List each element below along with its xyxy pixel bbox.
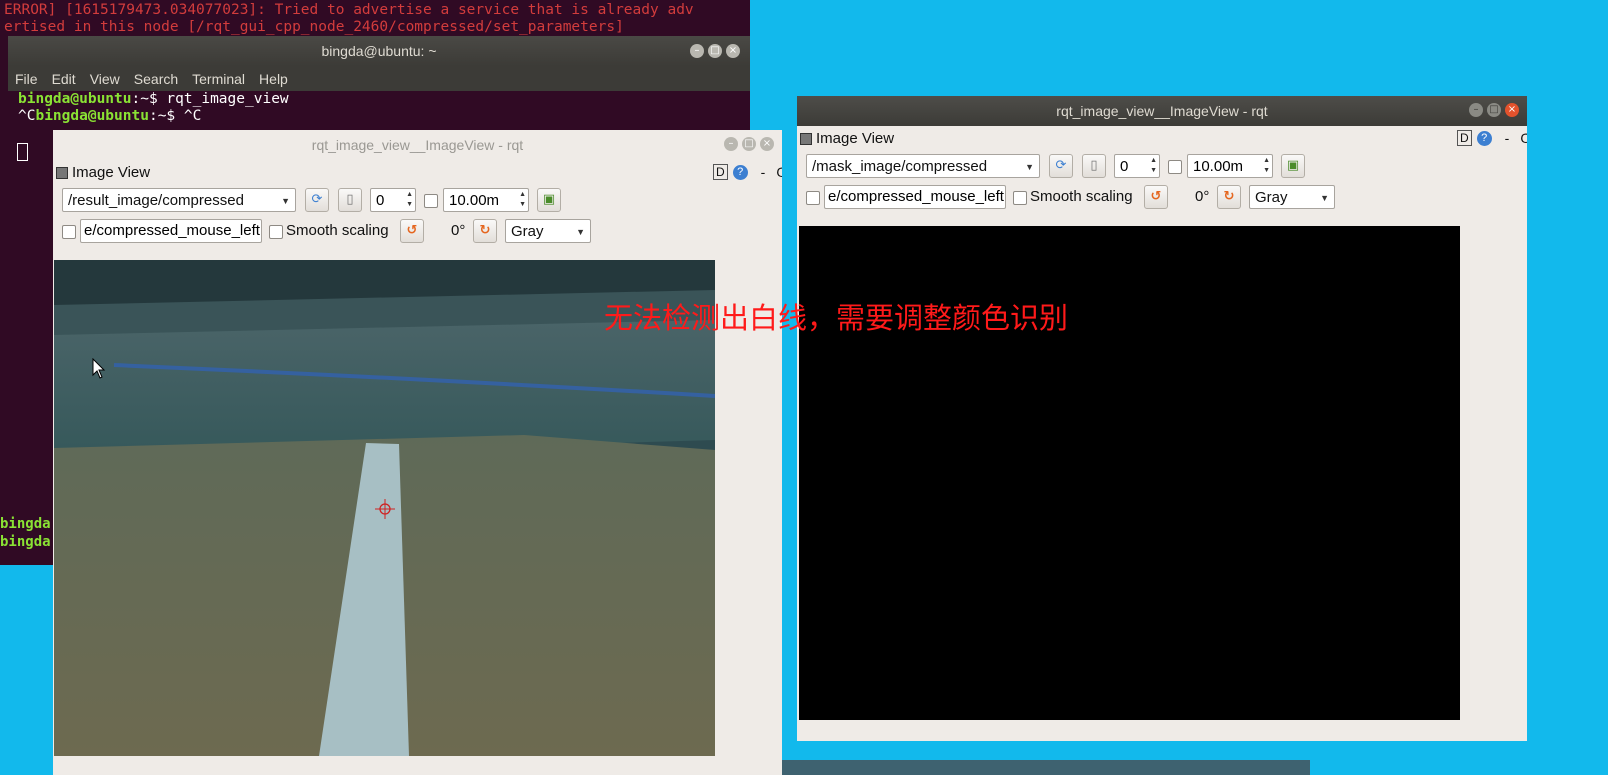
- maximize-icon[interactable]: □: [1487, 103, 1501, 117]
- menu-search[interactable]: Search: [127, 71, 185, 87]
- colormap-select[interactable]: Gray ▼: [1249, 185, 1335, 209]
- rqt-titlebar[interactable]: rqt_image_view__ImageView - rqt – □ ×: [53, 130, 782, 160]
- chevron-down-icon: ▼: [1320, 193, 1329, 203]
- terminal-window-controls: – □ ×: [690, 44, 740, 58]
- minimize-icon[interactable]: –: [724, 137, 738, 151]
- window-title: rqt_image_view__ImageView - rqt: [311, 137, 524, 153]
- colormap-select[interactable]: Gray ▼: [505, 219, 591, 243]
- terminal-titlebar[interactable]: bingda@ubuntu: ~ – □ ×: [8, 36, 750, 66]
- minimize-icon[interactable]: –: [1469, 103, 1483, 117]
- rotate-left-icon[interactable]: ↺: [1144, 185, 1168, 209]
- terminal-error-line: ERROR] [1615179473.034077023]: Tried to …: [4, 2, 694, 18]
- rqt-window-mask[interactable]: rqt_image_view__ImageView - rqt – □ × Im…: [797, 96, 1527, 741]
- queue-size-spinner[interactable]: 0 ▲ ▼: [1114, 154, 1160, 178]
- terminal-line: ^Cbingda@ubuntu:~$ ^C: [18, 108, 202, 124]
- minimize-icon[interactable]: –: [690, 44, 704, 58]
- close-icon[interactable]: ×: [1505, 103, 1519, 117]
- mouse-topic-input[interactable]: e/compressed_mouse_left: [80, 219, 262, 243]
- terminal-line: bingda@ubuntu:~$ rqt_image_view: [18, 91, 289, 107]
- rotate-right-icon[interactable]: ↻: [473, 219, 497, 243]
- dock-icon[interactable]: D: [713, 164, 728, 180]
- panel-corner-controls: D ? - O: [713, 164, 782, 180]
- smooth-scaling-label: Smooth scaling: [286, 222, 389, 239]
- chevron-down-icon: ▼: [1025, 162, 1034, 172]
- minimize-panel-icon[interactable]: -: [761, 164, 766, 180]
- smooth-scaling-checkbox[interactable]: [269, 225, 283, 239]
- timeout-checkbox[interactable]: [1168, 160, 1182, 174]
- help-icon[interactable]: ?: [1476, 130, 1492, 146]
- terminal-prompt: bingda: [0, 534, 51, 550]
- menu-view[interactable]: View: [83, 71, 127, 87]
- panel-title: Image View: [56, 164, 150, 181]
- panel-icon: [56, 166, 68, 179]
- mouse-publish-checkbox[interactable]: [806, 191, 820, 205]
- terminal-menubar: File Edit View Search Terminal Help: [8, 66, 750, 91]
- annotation-caption: 无法检测出白线，需要调整颜色识别: [604, 301, 1069, 335]
- terminal-error-line: ertised in this node [/rqt_gui_cpp_node_…: [4, 19, 624, 35]
- close-icon[interactable]: ×: [726, 44, 740, 58]
- topic-select[interactable]: /result_image/compressed ▼: [62, 188, 296, 212]
- pause-icon[interactable]: ▯: [338, 188, 362, 212]
- terminal-title: bingda@ubuntu: ~: [321, 43, 437, 59]
- mouse-cursor-icon: [92, 358, 106, 379]
- menu-file[interactable]: File: [8, 71, 45, 87]
- menu-edit[interactable]: Edit: [45, 71, 83, 87]
- mouse-publish-checkbox[interactable]: [62, 225, 76, 239]
- terminal-prompt: bingda: [0, 516, 51, 532]
- refresh-icon[interactable]: ⟳: [1049, 154, 1073, 178]
- window-controls: – □ ×: [724, 137, 774, 151]
- timeout-spinner[interactable]: 10.00m ▲ ▼: [443, 188, 529, 212]
- menu-help[interactable]: Help: [252, 71, 295, 87]
- dock-icon[interactable]: D: [1457, 130, 1472, 146]
- refresh-icon[interactable]: ⟳: [305, 188, 329, 212]
- rotate-left-icon[interactable]: ↺: [400, 219, 424, 243]
- panel-corner-controls: D ? - O: [1457, 130, 1527, 146]
- timeout-spinner[interactable]: 10.00m ▲ ▼: [1187, 154, 1273, 178]
- maximize-icon[interactable]: □: [708, 44, 722, 58]
- close-panel-icon[interactable]: O: [1520, 130, 1527, 146]
- panel-icon: [800, 132, 812, 145]
- close-icon[interactable]: ×: [760, 137, 774, 151]
- rotation-label: 0°: [1195, 188, 1210, 205]
- smooth-scaling-label: Smooth scaling: [1030, 188, 1133, 205]
- close-panel-icon[interactable]: O: [776, 164, 782, 180]
- terminal-cursor: [17, 143, 28, 161]
- pause-icon[interactable]: ▯: [1082, 154, 1106, 178]
- chevron-down-icon: ▼: [281, 196, 290, 206]
- queue-size-spinner[interactable]: 0 ▲ ▼: [370, 188, 416, 212]
- help-icon[interactable]: ?: [732, 164, 748, 180]
- rotate-right-icon[interactable]: ↻: [1217, 185, 1241, 209]
- save-image-icon[interactable]: ▣: [537, 188, 561, 212]
- save-image-icon[interactable]: ▣: [1281, 154, 1305, 178]
- chevron-down-icon: ▼: [576, 227, 585, 237]
- maximize-icon[interactable]: □: [742, 137, 756, 151]
- window-title: rqt_image_view__ImageView - rqt: [1056, 103, 1268, 119]
- rotation-label: 0°: [451, 222, 466, 239]
- crosshair-icon: [375, 499, 395, 519]
- rqt-titlebar[interactable]: rqt_image_view__ImageView - rqt – □ ×: [797, 96, 1527, 126]
- smooth-scaling-checkbox[interactable]: [1013, 191, 1027, 205]
- rqt-window-result[interactable]: rqt_image_view__ImageView - rqt – □ × Im…: [53, 130, 782, 775]
- topic-select[interactable]: /mask_image/compressed ▼: [806, 154, 1040, 178]
- menu-terminal[interactable]: Terminal: [185, 71, 252, 87]
- panel-title: Image View: [800, 130, 894, 147]
- window-controls: – □ ×: [1469, 103, 1519, 117]
- mouse-topic-input[interactable]: e/compressed_mouse_left: [824, 185, 1006, 209]
- minimize-panel-icon[interactable]: -: [1505, 130, 1510, 146]
- timeout-checkbox[interactable]: [424, 194, 438, 208]
